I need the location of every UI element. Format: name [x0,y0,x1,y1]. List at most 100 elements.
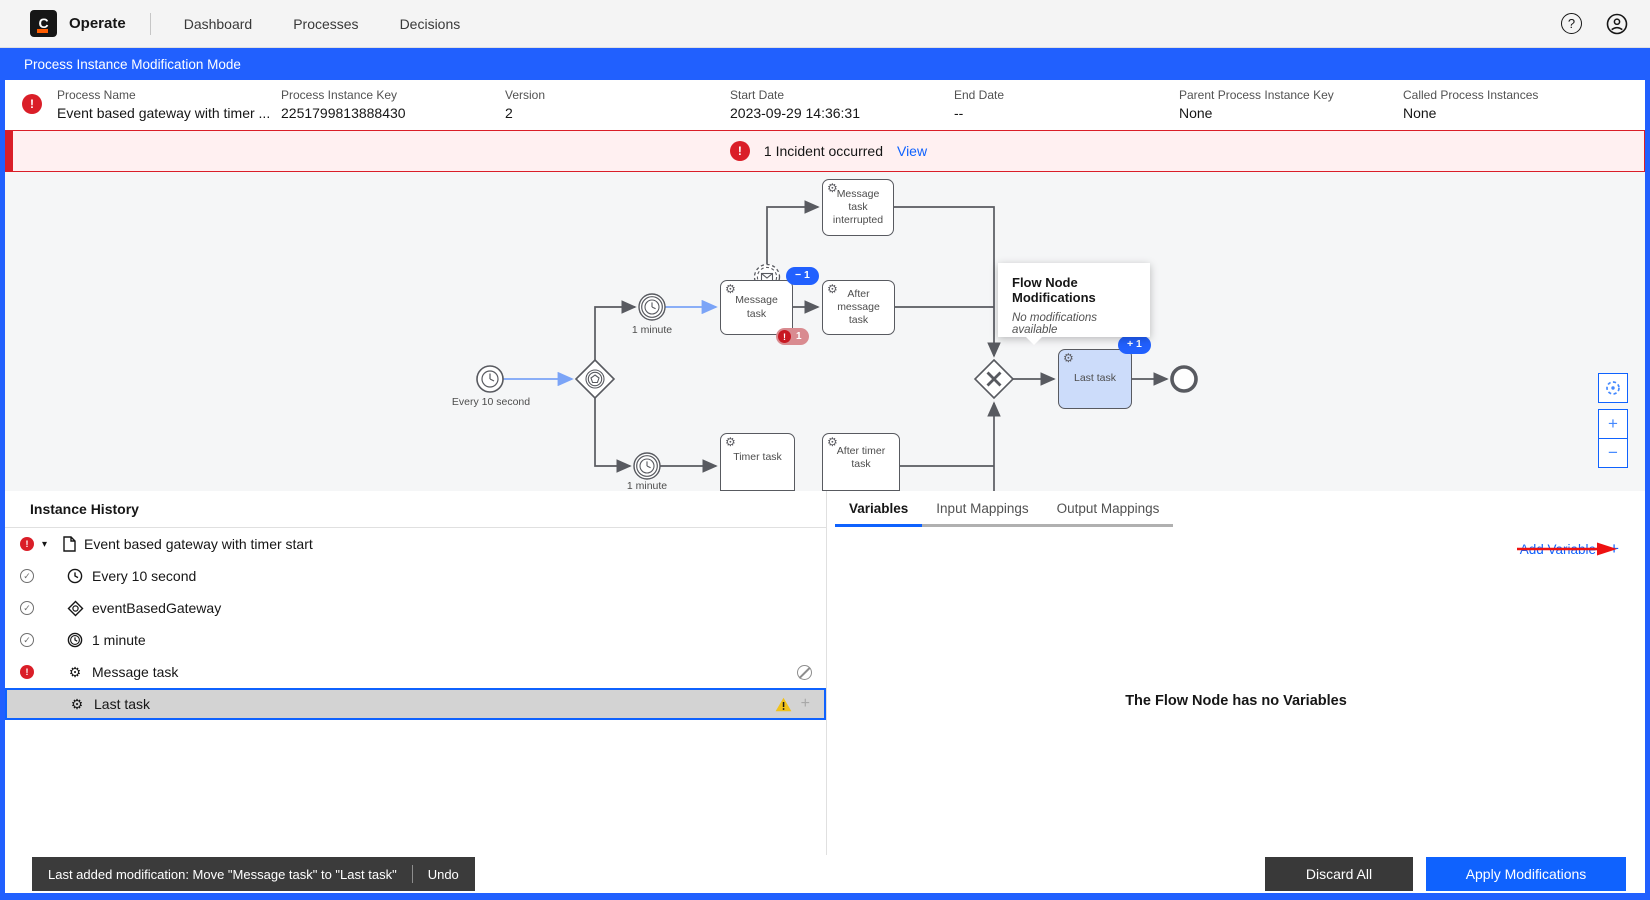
chevron-down-icon[interactable]: ▾ [42,539,54,550]
tab-variables[interactable]: Variables [835,491,922,527]
last-modification-box: Last added modification: Move "Message t… [32,857,475,891]
zoom-out-button[interactable]: − [1598,438,1628,468]
task-after-timer-task[interactable]: ⚙ After timer task [822,433,900,491]
tab-input-mappings[interactable]: Input Mappings [922,491,1042,527]
variables-tabs: Variables Input Mappings Output Mappings [827,491,1645,527]
field-version: Version 2 [505,88,545,121]
no-variables-message: The Flow Node has no Variables [827,693,1645,709]
instance-incident-icon: ! [22,94,42,114]
label-timer-top: 1 minute [632,324,672,336]
blocked-icon [797,665,812,680]
service-task-icon: ⚙ [725,435,736,450]
last-modification-text: Last added modification: Move "Message t… [48,867,397,882]
history-row-label: Message task [92,664,178,680]
operate-app: C Operate Dashboard Processes Decisions … [0,0,1650,900]
app-name: Operate [69,15,126,32]
task-message-task[interactable]: ⚙ Message task [720,280,793,335]
flow-gateway-to-timer-bottom [595,398,630,466]
zoom-in-button[interactable]: + [1598,409,1628,439]
incident-count-badge: ! 1 [776,328,809,345]
service-task-icon: ⚙ [725,282,736,297]
history-row-label: eventBasedGateway [92,600,221,616]
incident-view-link[interactable]: View [897,143,927,159]
version-link[interactable]: 2 [505,105,545,121]
incident-text: 1 Incident occurred [764,143,883,159]
bpmn-diagram-canvas[interactable]: ⚙ Message task ⚙ After message task ⚙ Me… [5,172,1645,491]
task-last-task[interactable]: ⚙ Last task [1058,349,1132,409]
variables-panel: Variables Input Mappings Output Mappings… [827,491,1645,855]
popover-title: Flow Node Modifications [1012,275,1136,305]
cancel-token-badge: − 1 [786,267,819,285]
task-timer-task[interactable]: ⚙ Timer task [720,433,795,491]
flow-gateway-to-timer-top [595,307,635,360]
service-task-icon: ⚙ [827,282,838,297]
exclusive-gateway[interactable] [975,360,1013,398]
service-task-icon: ⚙ [827,435,838,450]
nav-item-dashboard[interactable]: Dashboard [184,16,253,32]
history-row-label: 1 minute [92,632,146,648]
process-document-icon [63,536,76,552]
camunda-logo-icon: C [30,10,57,37]
start-timer-event[interactable] [477,366,503,392]
field-start-date: Start Date 2023-09-29 14:36:31 [730,88,860,121]
annotation-arrow [1515,541,1619,557]
undo-divider [412,865,413,883]
incident-icon: ! [730,141,750,161]
add-token-badge: + 1 [1118,336,1151,354]
service-task-icon: ⚙ [1063,351,1074,366]
event-based-gateway[interactable] [576,360,614,398]
popover-arrow [1026,337,1042,345]
undo-button[interactable]: Undo [428,867,459,882]
logo-letter: C [38,16,48,30]
service-task-icon: ⚙ [827,181,838,196]
history-row-process-root[interactable]: ! ▾ Event based gateway with timer start [5,528,826,560]
history-row-1-minute[interactable]: ✓ 1 minute [5,624,826,656]
user-icon[interactable] [1606,13,1628,35]
field-process-instance-key: Process Instance Key 2251799813888430 [281,88,406,121]
instance-history-title: Instance History [5,491,826,528]
end-event[interactable] [1172,367,1196,391]
reset-view-button[interactable] [1598,373,1628,403]
field-parent-process-instance-key: Parent Process Instance Key None [1179,88,1334,121]
nav-divider [150,13,151,35]
history-row-every-10-second[interactable]: ✓ Every 10 second [5,560,826,592]
history-row-last-task[interactable]: ⚙ Last task + [5,688,826,720]
popover-subtitle: No modifications available [1012,312,1136,336]
timer-start-icon [66,568,84,584]
warning-icon [775,697,792,712]
modification-mode-text: Process Instance Modification Mode [24,57,241,72]
field-process-name: Process Name Event based gateway with ti… [57,88,270,121]
instance-history-panel: Instance History ! ▾ Event based gateway… [5,491,826,855]
history-row-event-based-gateway[interactable]: ✓ eventBasedGateway [5,592,826,624]
reset-view-icon [1605,380,1621,396]
service-task-icon: ⚙ [66,664,84,681]
intermediate-timer-event-bottom[interactable] [634,453,660,479]
completed-status-icon: ✓ [20,569,34,583]
top-nav: C Operate Dashboard Processes Decisions … [0,0,1650,48]
incident-banner: ! 1 Incident occurred View [5,130,1645,172]
intermediate-timer-event-top[interactable] [639,294,665,320]
task-message-task-interrupted[interactable]: ⚙ Message task interrupted [822,179,894,236]
incident-status-icon: ! [20,665,34,679]
help-icon[interactable]: ? [1561,13,1582,34]
nav-item-decisions[interactable]: Decisions [400,16,461,32]
nav-item-processes[interactable]: Processes [293,16,358,32]
completed-status-icon: ✓ [20,601,34,615]
history-row-message-task[interactable]: ! ⚙ Message task [5,656,826,688]
event-based-gateway-icon [66,600,84,617]
label-timer-bottom: 1 minute [627,480,667,491]
timer-event-icon [66,632,84,648]
apply-modifications-button[interactable]: Apply Modifications [1426,857,1626,891]
task-after-message-task[interactable]: ⚙ After message task [822,280,895,335]
history-row-label: Every 10 second [92,568,196,584]
flow-interrupted-to-xgateway [894,207,994,356]
add-modification-icon[interactable]: + [801,695,810,713]
discard-all-button[interactable]: Discard All [1265,857,1413,891]
field-called-process-instances: Called Process Instances None [1403,88,1538,121]
tab-output-mappings[interactable]: Output Mappings [1043,491,1174,527]
flow-node-modifications-popover: Flow Node Modifications No modifications… [998,263,1150,337]
flow-boundary-to-interrupted [767,207,818,264]
history-row-label: Event based gateway with timer start [84,536,313,552]
logo-orange-bar [37,29,48,33]
modification-mode-banner: Process Instance Modification Mode [0,48,1650,80]
